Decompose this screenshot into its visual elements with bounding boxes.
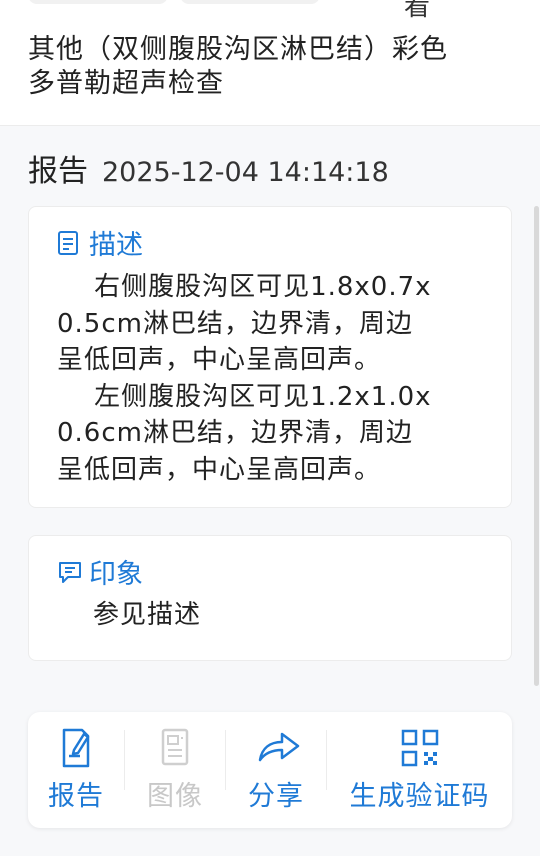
description-header: 描述 [57, 223, 143, 262]
share-button-label: 分享 [248, 781, 304, 812]
generate-code-label: 生成验证码 [349, 781, 490, 812]
report-datetime: 2025-12-04 14:14:18 [102, 157, 389, 188]
impression-header: 印象 [57, 552, 143, 591]
report-edit-icon [56, 726, 96, 770]
qr-code-icon [400, 726, 440, 770]
exam-header: 看 其他（双侧腹股沟区淋巴结）彩色 多普勒超声检查 [0, 0, 540, 126]
report-button-label: 报告 [48, 781, 104, 812]
comment-icon [57, 559, 81, 585]
top-tab-partial[interactable] [180, 0, 320, 4]
impression-title: 印象 [89, 559, 143, 590]
image-doc-icon [155, 726, 195, 770]
impression-card: 印象 参见描述 [28, 535, 512, 661]
report-button[interactable]: 报告 [28, 712, 124, 828]
top-cut-text: 看 [404, 0, 431, 22]
description-card: 描述 右侧腹股沟区可见1.8x0.7x 0.5cm淋巴结，边界清，周边 呈低回声… [28, 206, 512, 508]
impression-text: 参见描述 [93, 600, 202, 630]
description-title: 描述 [89, 230, 143, 261]
description-text: 右侧腹股沟区可见1.8x0.7x 0.5cm淋巴结，边界清，周边 呈低回声，中心… [57, 272, 432, 485]
report-header: 报告 2025-12-04 14:14:18 [28, 146, 389, 190]
generate-code-button[interactable]: 生成验证码 [327, 712, 512, 828]
report-heading: 报告 [28, 154, 88, 189]
exam-title-line: 多普勒超声检查 [28, 68, 224, 99]
share-arrow-icon [256, 726, 300, 770]
exam-title: 其他（双侧腹股沟区淋巴结）彩色 多普勒超声检查 [28, 33, 518, 101]
top-tab-partial[interactable] [28, 0, 168, 4]
share-button[interactable]: 分享 [226, 712, 326, 828]
image-button-label: 图像 [147, 781, 203, 812]
document-icon [57, 230, 79, 256]
scrollbar[interactable] [534, 206, 539, 686]
exam-title-line: 其他（双侧腹股沟区淋巴结）彩色 [28, 34, 448, 65]
bottom-action-bar: 报告 图像 分享 生成验证码 [28, 712, 512, 828]
image-button[interactable]: 图像 [125, 712, 225, 828]
